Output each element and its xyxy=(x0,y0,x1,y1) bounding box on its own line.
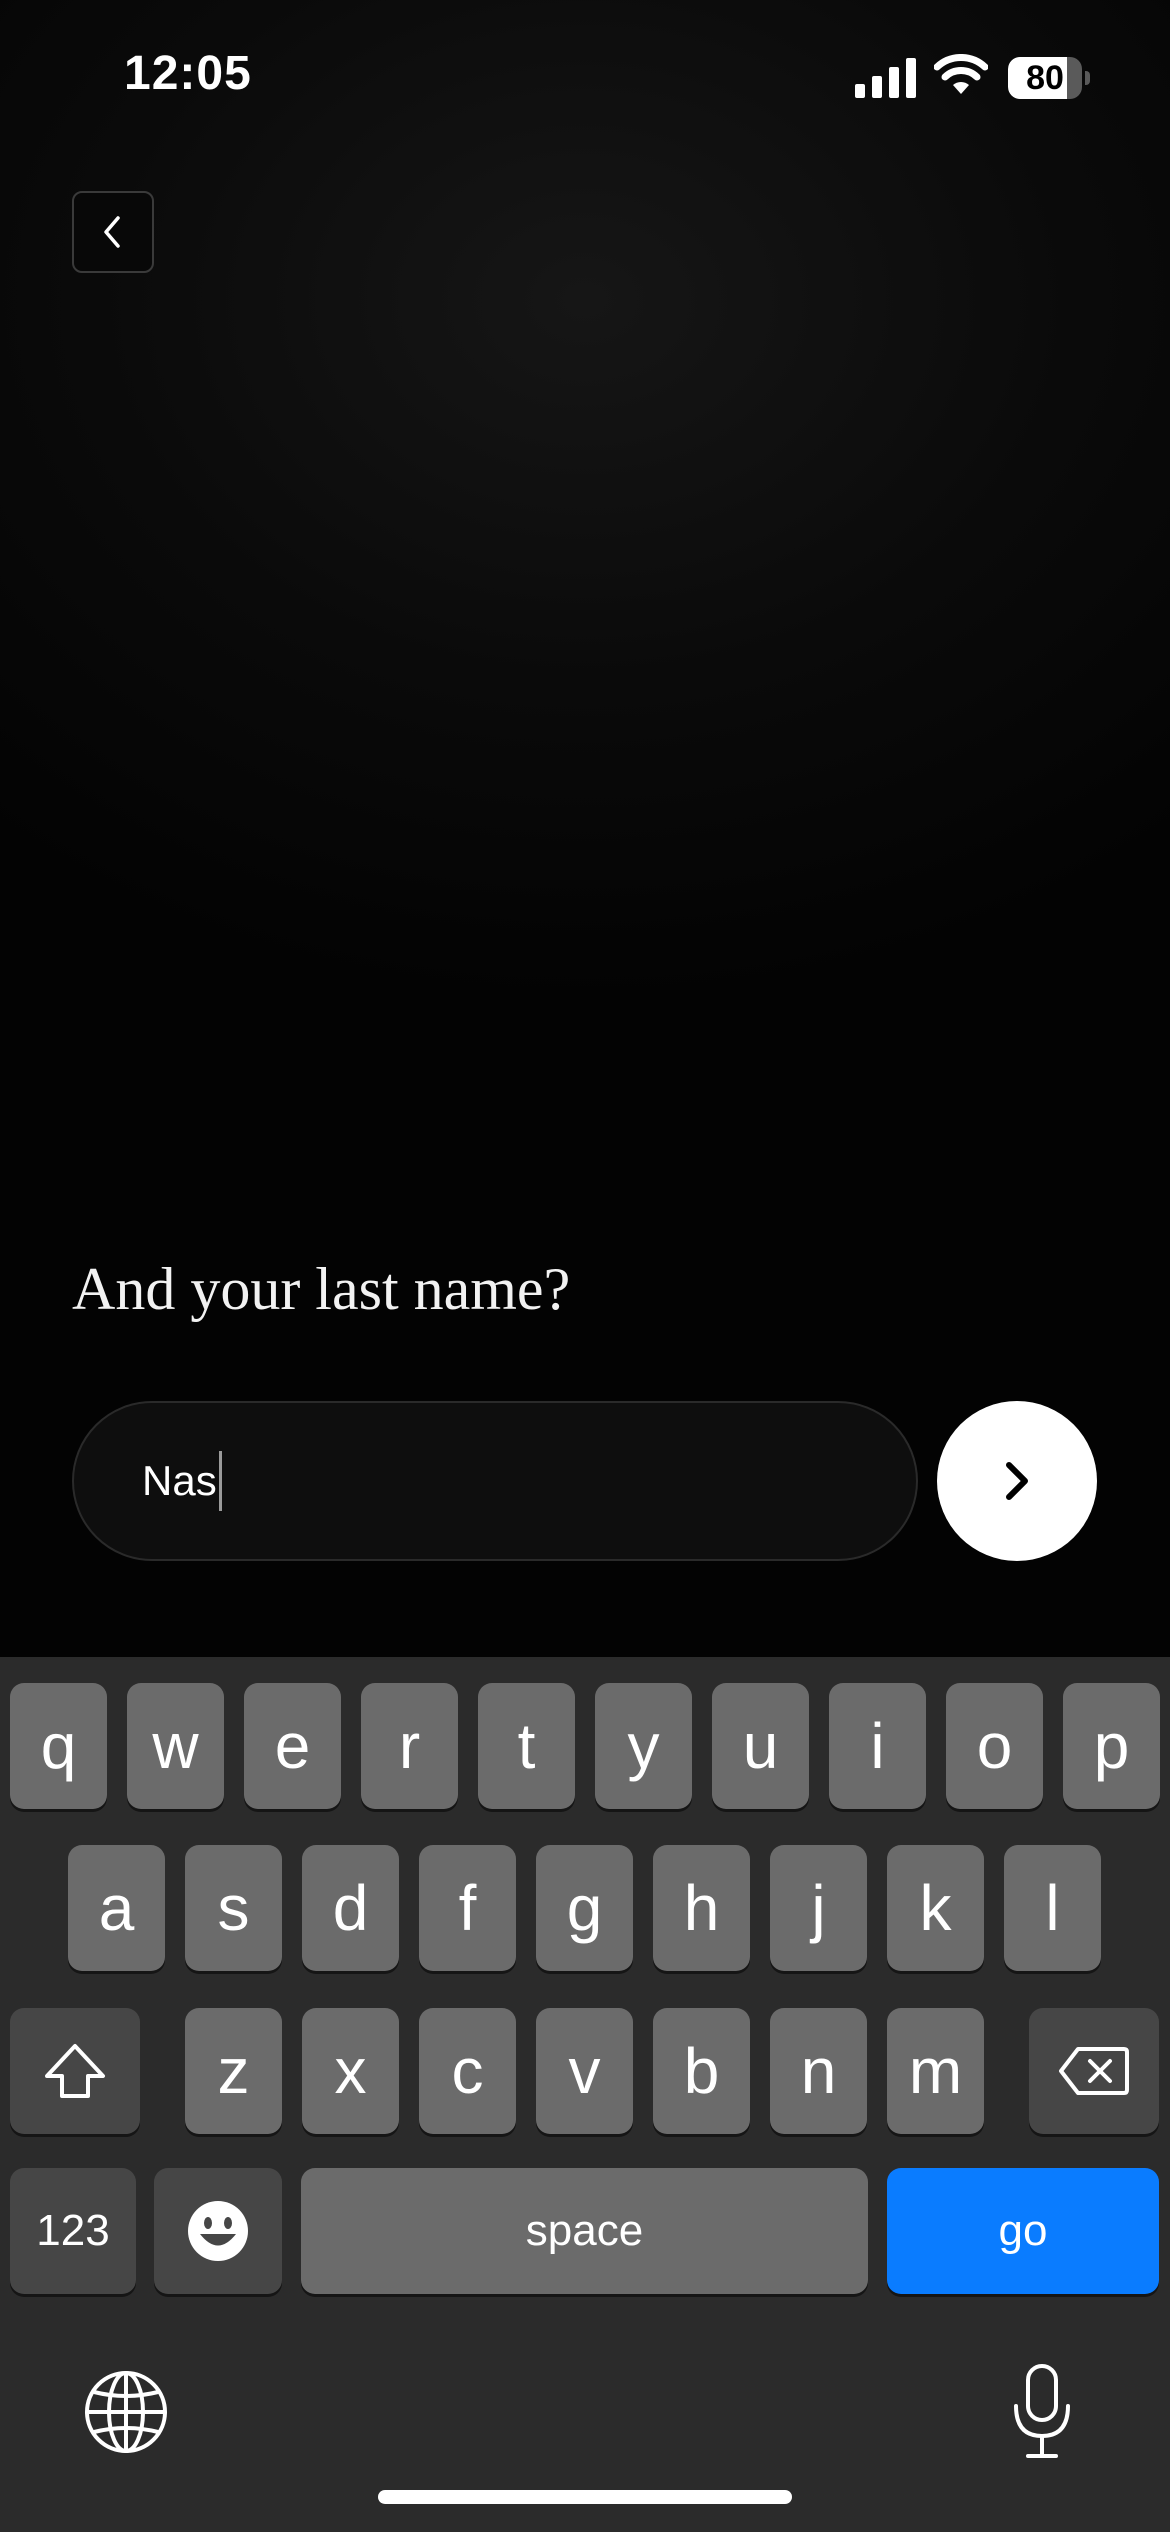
key-label: w xyxy=(152,1710,199,1782)
next-button[interactable] xyxy=(937,1401,1097,1561)
text-caret xyxy=(218,1451,222,1511)
battery-body: 80 xyxy=(1008,57,1082,99)
key-m[interactable]: m xyxy=(887,2008,984,2134)
battery-cap xyxy=(1085,71,1090,85)
key-w[interactable]: w xyxy=(127,1683,224,1809)
key-label: x xyxy=(334,2035,367,2107)
key-b[interactable]: b xyxy=(653,2008,750,2134)
key-e[interactable]: e xyxy=(244,1683,341,1809)
key-h[interactable]: h xyxy=(653,1845,750,1971)
chevron-right-icon xyxy=(1006,1462,1028,1500)
key-label: e xyxy=(274,1710,311,1782)
numbers-key[interactable]: 123 xyxy=(10,2168,136,2294)
key-label: z xyxy=(217,2035,250,2107)
shift-icon xyxy=(45,2044,105,2098)
key-label: d xyxy=(332,1872,369,1944)
key-j[interactable]: j xyxy=(770,1845,867,1971)
key-label: m xyxy=(908,2035,963,2107)
back-button[interactable] xyxy=(72,191,154,273)
key-label: h xyxy=(683,1872,720,1944)
microphone-icon[interactable] xyxy=(1010,2362,1074,2462)
key-t[interactable]: t xyxy=(478,1683,575,1809)
wifi-icon xyxy=(934,54,988,94)
key-label: t xyxy=(517,1710,536,1782)
space-key-label: space xyxy=(525,2206,644,2255)
key-label: f xyxy=(458,1872,477,1944)
emoji-icon xyxy=(188,2201,248,2261)
last-name-input[interactable]: Nas xyxy=(72,1401,918,1561)
onboarding-screen: 12:05 80 And your last name? Nas q w e r… xyxy=(0,0,1170,2532)
battery-percent: 80 xyxy=(1026,59,1064,97)
delete-key[interactable] xyxy=(1029,2008,1159,2134)
emoji-key[interactable] xyxy=(154,2168,282,2294)
key-q[interactable]: q xyxy=(10,1683,107,1809)
key-i[interactable]: i xyxy=(829,1683,926,1809)
key-label: n xyxy=(800,2035,837,2107)
key-label: a xyxy=(98,1872,135,1944)
key-label: s xyxy=(217,1872,250,1944)
key-label: y xyxy=(627,1710,660,1782)
key-label: g xyxy=(566,1872,603,1944)
key-label: q xyxy=(40,1710,77,1782)
key-y[interactable]: y xyxy=(595,1683,692,1809)
key-k[interactable]: k xyxy=(887,1845,984,1971)
space-key[interactable]: space xyxy=(301,2168,868,2294)
key-label: r xyxy=(398,1710,421,1782)
key-o[interactable]: o xyxy=(946,1683,1043,1809)
chevron-left-icon xyxy=(104,216,120,248)
backspace-icon xyxy=(1059,2047,1129,2095)
last-name-input-value: Nas xyxy=(142,1457,217,1504)
globe-icon[interactable] xyxy=(82,2368,170,2456)
key-s[interactable]: s xyxy=(185,1845,282,1971)
key-z[interactable]: z xyxy=(185,2008,282,2134)
key-label: o xyxy=(976,1710,1013,1782)
shift-key[interactable] xyxy=(10,2008,140,2134)
key-a[interactable]: a xyxy=(68,1845,165,1971)
key-label: k xyxy=(919,1872,952,1944)
key-label: u xyxy=(742,1710,779,1782)
key-x[interactable]: x xyxy=(302,2008,399,2134)
key-label: i xyxy=(870,1710,885,1782)
numbers-key-label: 123 xyxy=(36,2206,110,2255)
key-label: p xyxy=(1093,1710,1130,1782)
key-n[interactable]: n xyxy=(770,2008,867,2134)
key-label: b xyxy=(683,2035,720,2107)
key-v[interactable]: v xyxy=(536,2008,633,2134)
status-time: 12:05 xyxy=(124,47,252,100)
key-label: l xyxy=(1045,1872,1060,1944)
go-key[interactable]: go xyxy=(887,2168,1159,2294)
key-label: c xyxy=(451,2035,484,2107)
key-c[interactable]: c xyxy=(419,2008,516,2134)
key-g[interactable]: g xyxy=(536,1845,633,1971)
key-label: j xyxy=(811,1872,826,1944)
key-d[interactable]: d xyxy=(302,1845,399,1971)
cellular-signal-icon xyxy=(855,58,916,98)
key-f[interactable]: f xyxy=(419,1845,516,1971)
battery-indicator: 80 xyxy=(1008,57,1090,99)
key-u[interactable]: u xyxy=(712,1683,809,1809)
last-name-prompt: And your last name? xyxy=(72,1256,571,1322)
key-p[interactable]: p xyxy=(1063,1683,1160,1809)
key-l[interactable]: l xyxy=(1004,1845,1101,1971)
key-r[interactable]: r xyxy=(361,1683,458,1809)
go-key-label: go xyxy=(998,2206,1048,2255)
home-indicator xyxy=(378,2490,792,2504)
key-label: v xyxy=(568,2035,601,2107)
